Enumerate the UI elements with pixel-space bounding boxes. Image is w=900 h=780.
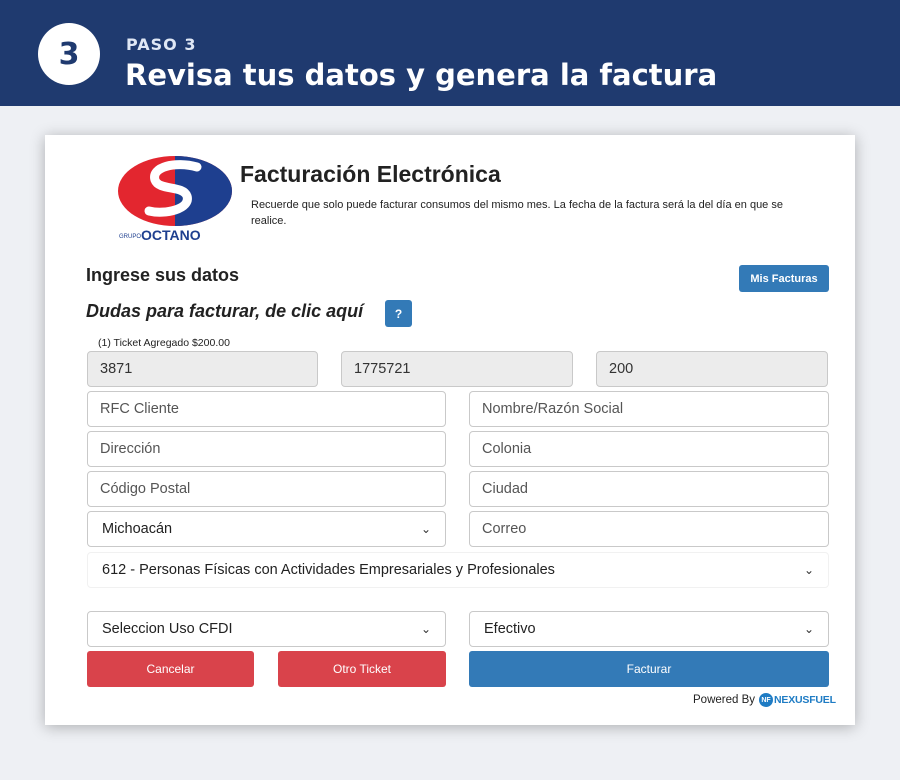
powered-by-text: Powered By xyxy=(693,694,756,706)
forma-pago-select[interactable]: Efectivo ⌄ xyxy=(469,611,829,647)
chevron-down-icon: ⌄ xyxy=(420,522,431,536)
chevron-down-icon: ⌄ xyxy=(420,622,431,636)
codigo-postal-field[interactable] xyxy=(87,471,446,507)
ticket-folio-field[interactable] xyxy=(341,351,573,387)
razon-social-field[interactable] xyxy=(469,391,829,427)
octano-logo: GRUPO OCTANO xyxy=(113,153,235,243)
step-label: PASO 3 xyxy=(126,35,197,54)
colonia-field[interactable] xyxy=(469,431,829,467)
invoice-card: GRUPO OCTANO Facturación Electrónica Rec… xyxy=(45,135,855,725)
help-button[interactable]: ? xyxy=(385,300,412,327)
forma-pago-select-value: Efectivo xyxy=(484,621,536,637)
ticket-station-field[interactable] xyxy=(87,351,318,387)
logo-name-text: OCTANO xyxy=(141,227,201,243)
ticket-note: (1) Ticket Agregado $200.00 xyxy=(98,337,230,349)
rfc-field[interactable] xyxy=(87,391,446,427)
nexusfuel-badge-icon: NF xyxy=(759,693,774,707)
logo-group-text: GRUPO xyxy=(119,234,141,240)
estado-select-value: Michoacán xyxy=(102,521,173,537)
mis-facturas-button[interactable]: Mis Facturas xyxy=(739,265,829,292)
step-title: Revisa tus datos y genera la factura xyxy=(125,58,718,92)
section-title: Ingrese sus datos xyxy=(86,265,240,285)
billing-notice: Recuerde que solo puede facturar consumo… xyxy=(251,199,783,227)
help-text: Dudas para facturar, de clic aquí xyxy=(86,301,364,321)
ciudad-field[interactable] xyxy=(469,471,829,507)
ticket-amount-field[interactable] xyxy=(596,351,828,387)
step-number-badge: 3 xyxy=(38,23,100,85)
step-banner: 3 PASO 3 Revisa tus datos y genera la fa… xyxy=(0,0,900,106)
facturar-button[interactable]: Facturar xyxy=(469,651,829,687)
chevron-down-icon: ⌄ xyxy=(803,622,814,636)
uso-cfdi-select-value: Seleccion Uso CFDI xyxy=(102,621,233,637)
uso-cfdi-select[interactable]: Seleccion Uso CFDI ⌄ xyxy=(87,611,446,647)
regimen-select-value: 612 - Personas Físicas con Actividades E… xyxy=(102,562,555,578)
app-title: Facturación Electrónica xyxy=(240,161,501,187)
nexusfuel-brand-text: NEXUSFUEL xyxy=(774,694,836,706)
correo-field[interactable] xyxy=(469,511,829,547)
nexusfuel-logo: NF NEXUSFUEL xyxy=(759,693,836,707)
direccion-field[interactable] xyxy=(87,431,446,467)
regimen-fiscal-select[interactable]: 612 - Personas Físicas con Actividades E… xyxy=(87,552,829,588)
otro-ticket-button[interactable]: Otro Ticket xyxy=(278,651,446,687)
estado-select[interactable]: Michoacán ⌄ xyxy=(87,511,446,547)
octano-logo-icon: GRUPO OCTANO xyxy=(118,156,232,243)
powered-by: Powered By NF NEXUSFUEL xyxy=(693,693,836,707)
chevron-down-icon: ⌄ xyxy=(803,563,814,577)
cancel-button[interactable]: Cancelar xyxy=(87,651,254,687)
